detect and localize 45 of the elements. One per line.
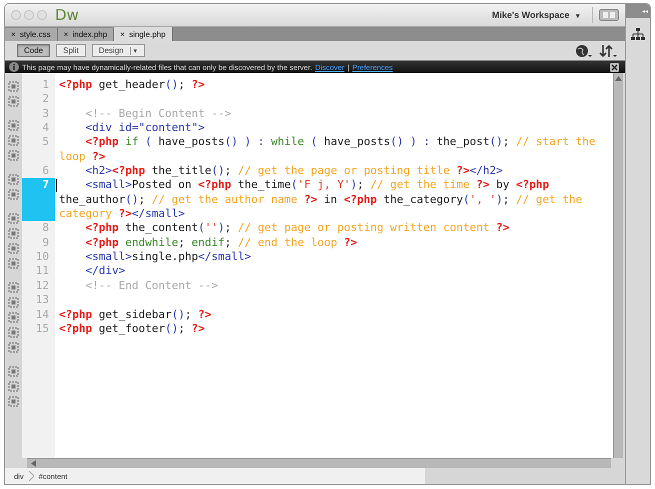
code-line: <?php endwhile; endif; // end the loop ?> [84, 236, 358, 249]
view-button[interactable]: Split [56, 44, 86, 57]
code-line: <?php the_content(''); // get page or posting written content ?> [84, 221, 510, 234]
line-number: 5 [41, 135, 50, 150]
line-number: 2 [41, 92, 50, 107]
horizontal-scrollbar[interactable] [27, 458, 611, 468]
text-cursor [56, 179, 57, 192]
globe-icon[interactable] [575, 44, 593, 58]
close-icon[interactable] [610, 62, 619, 72]
line-number: 14 [34, 308, 50, 322]
document-tab[interactable]: × index.php [58, 28, 114, 41]
scroll-up-icon[interactable] [615, 76, 622, 81]
app-logo: Dw [55, 6, 79, 24]
code-line: <small>single.php</small> [84, 250, 252, 264]
code-line: <!-- End Content --> [84, 278, 218, 292]
line-number: 6 [41, 164, 50, 178]
line-number: 1 [41, 78, 50, 92]
line-number: 12 [34, 278, 50, 294]
vertical-scrollbar[interactable] [613, 73, 623, 458]
code-line: </div> [84, 264, 126, 278]
document-tab[interactable]: × style.css [5, 28, 58, 41]
code-line: <?php if ( have_posts() ) : while ( have_posts() ) : the_post(); // start the loop ?> [59, 135, 597, 163]
scroll-left-icon[interactable] [31, 460, 36, 467]
document-tab[interactable]: × single.php [114, 27, 173, 41]
code-line: <div id="content"> [84, 121, 205, 134]
line-number: 15 [34, 322, 50, 336]
sitemap-icon[interactable] [631, 28, 645, 40]
line-number: 11 [34, 264, 50, 279]
code-line: <small>Posted on <?php the_time('F j, Y'); // get the time ?> by <?php the_author(); // get the author name ?> in <?php the_category(', '); // get the category ?></small> [59, 178, 584, 220]
code-line: <?php get_header(); ?> [59, 78, 205, 91]
screen-switch-icon[interactable] [599, 9, 619, 21]
code-line: <?php get_footer(); ?> [59, 322, 205, 335]
line-number: 4 [41, 121, 50, 136]
code-line: <h2><?php the_title(); // get the page or posting title ?></h2> [84, 164, 503, 178]
code-line: <!-- Begin Content --> [84, 106, 232, 120]
chevron-icon [28, 471, 34, 481]
line-number: 9 [41, 236, 50, 250]
view-button[interactable]: Code [17, 44, 50, 57]
line-number: 7 [22, 178, 55, 222]
sort-icon[interactable] [599, 44, 617, 58]
line-number: 13 [34, 293, 50, 308]
line-number: 8 [41, 221, 50, 236]
line-number: 10 [34, 250, 50, 264]
code-line: <?php get_sidebar(); ?> [59, 308, 212, 320]
line-number: 3 [41, 106, 50, 122]
